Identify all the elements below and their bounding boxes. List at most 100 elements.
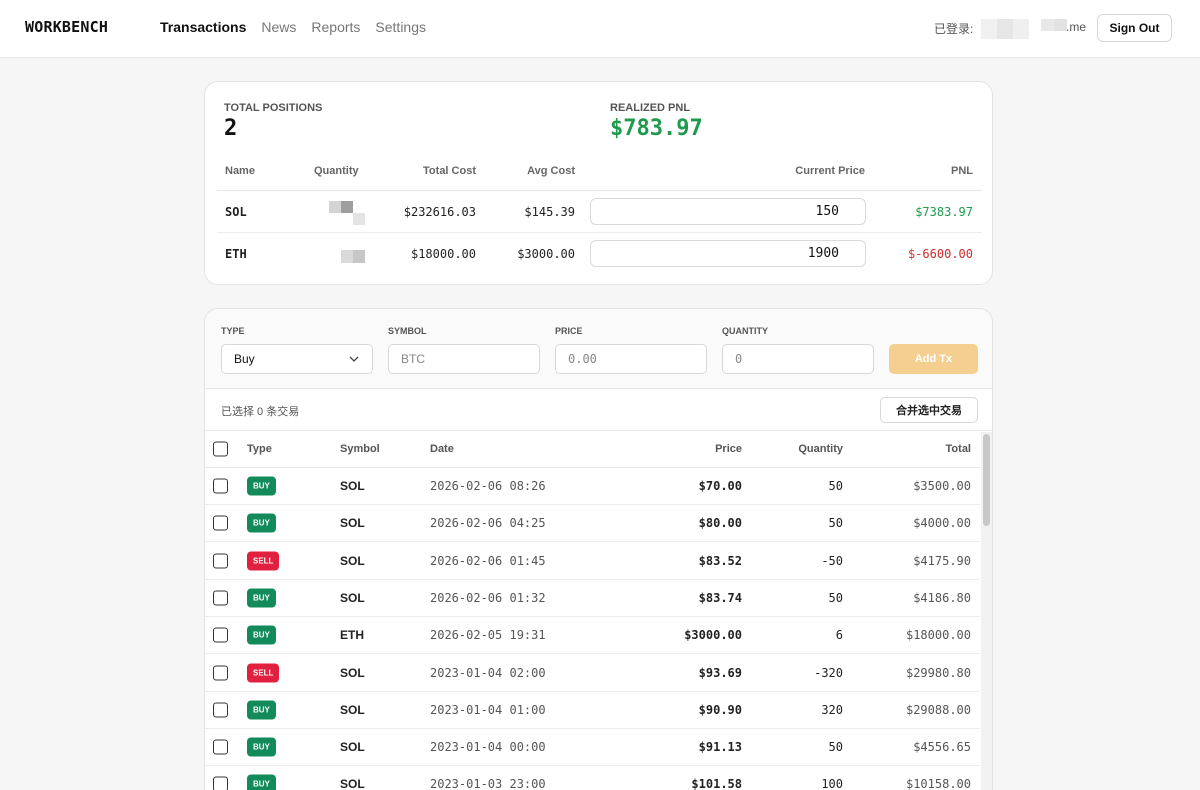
col-avg-cost: Avg Cost [527, 165, 575, 177]
col-quantity: Quantity [798, 443, 843, 455]
col-type: Type [247, 443, 272, 455]
brand-logo[interactable]: WORKBENCH [25, 18, 108, 36]
row-quantity: 50 [828, 479, 843, 493]
email-suffix: .me [1066, 20, 1087, 34]
type-badge: BUY [247, 476, 276, 496]
current-price-input[interactable]: 150 [590, 198, 866, 225]
realized-pnl-value: $783.97 [610, 116, 703, 141]
row-total: $29980.80 [905, 665, 971, 680]
row-total: $3500.00 [913, 479, 971, 493]
sign-out-button[interactable]: Sign Out [1097, 14, 1172, 42]
quantity-input[interactable]: 0 [722, 344, 874, 374]
selection-bar: 已选择 0 条交易 合并选中交易 [205, 389, 992, 431]
merge-selected-button[interactable]: 合并选中交易 [880, 397, 978, 423]
row-price: $70.00 [698, 479, 742, 493]
price-input[interactable]: 0.00 [555, 344, 707, 374]
row-date: 2023-01-04 02:00 [430, 665, 546, 680]
main-nav: Transactions News Reports Settings [160, 19, 426, 35]
transaction-row[interactable]: BUY SOL 2026-02-06 01:32 $83.74 50 $4186.80 [205, 580, 980, 617]
row-symbol: SOL [340, 777, 365, 790]
row-checkbox[interactable] [213, 776, 228, 790]
nav-transactions[interactable]: Transactions [160, 19, 246, 35]
row-date: 2026-02-05 19:31 [430, 628, 546, 643]
row-symbol: SOL [340, 553, 365, 568]
row-total: $18000.00 [905, 628, 971, 643]
type-label: TYPE [221, 326, 245, 336]
position-pnl: $7383.97 [915, 204, 973, 219]
transaction-row[interactable]: BUY SOL 2023-01-04 01:00 $90.90 320 $29088.00 [205, 692, 980, 729]
row-checkbox[interactable] [213, 478, 228, 494]
positions-card: TOTAL POSITIONS 2 REALIZED PNL $783.97 N… [204, 81, 993, 285]
type-select[interactable]: Buy [221, 344, 373, 374]
position-avg-cost: $145.39 [524, 204, 575, 219]
top-bar: WORKBENCH Transactions News Reports Sett… [0, 0, 1200, 58]
row-total: $29088.00 [905, 702, 971, 717]
select-all-checkbox[interactable] [213, 441, 228, 457]
transactions-header-row: Type Symbol Date Price Quantity Total [205, 431, 980, 468]
row-checkbox[interactable] [213, 553, 228, 569]
current-price-input[interactable]: 1900 [590, 240, 866, 267]
row-total: $4175.90 [913, 553, 971, 568]
position-name: SOL [225, 204, 247, 219]
chevron-down-icon [349, 356, 359, 362]
row-quantity: 50 [828, 590, 843, 605]
scrollbar-thumb[interactable] [983, 434, 990, 526]
transaction-row[interactable]: BUY SOL 2023-01-04 00:00 $91.13 50 $4556.65 [205, 729, 980, 767]
quantity-label: QUANTITY [722, 326, 768, 336]
add-transaction-form: TYPE Buy SYMBOL BTC PRICE 0.00 QUANTITY … [205, 309, 992, 389]
row-total: $4000.00 [913, 516, 971, 531]
row-date: 2026-02-06 04:25 [430, 516, 546, 531]
position-pnl: $-6600.00 [907, 247, 973, 261]
transaction-row[interactable]: SELL SOL 2026-02-06 01:45 $83.52 -50 $4175.90 [205, 543, 980, 580]
transaction-row[interactable]: BUY SOL 2026-02-06 08:26 $70.00 50 $3500.00 [205, 468, 980, 505]
symbol-input[interactable]: BTC [388, 344, 540, 374]
position-row: SOL $232616.03 $145.39 150 $7383.97 [217, 191, 982, 233]
type-badge: SELL [247, 663, 280, 682]
row-date: 2023-01-04 01:00 [430, 702, 546, 717]
col-total-cost: Total Cost [423, 165, 476, 177]
col-pnl: PNL [951, 165, 973, 177]
col-total: Total [945, 443, 971, 455]
row-checkbox[interactable] [213, 739, 228, 755]
row-date: 2026-02-06 01:45 [430, 553, 546, 568]
row-symbol: SOL [340, 740, 365, 755]
transaction-row[interactable]: BUY ETH 2026-02-05 19:31 $3000.00 6 $18000.00 [205, 617, 980, 655]
add-tx-button[interactable]: Add Tx [889, 344, 978, 374]
row-symbol: SOL [340, 590, 365, 605]
redacted-quantity [329, 201, 353, 213]
transactions-card: TYPE Buy SYMBOL BTC PRICE 0.00 QUANTITY … [204, 308, 993, 790]
row-checkbox[interactable] [213, 627, 228, 643]
positions-header-row: Name Quantity Total Cost Avg Cost Curren… [217, 152, 982, 191]
row-checkbox[interactable] [213, 702, 228, 718]
row-symbol: SOL [340, 665, 365, 680]
row-quantity: -320 [814, 665, 843, 680]
transaction-row[interactable]: BUY SOL 2023-01-03 23:00 $101.58 100 $10158.0… [205, 766, 980, 790]
position-name: ETH [225, 247, 247, 261]
col-current-price: Current Price [795, 165, 865, 177]
login-label: 已登录: [934, 22, 974, 36]
type-badge: BUY [247, 625, 276, 645]
row-price: $3000.00 [684, 628, 742, 643]
transaction-row[interactable]: SELL SOL 2023-01-04 02:00 $93.69 -320 $29980.… [205, 655, 980, 692]
col-quantity: Quantity [314, 165, 359, 177]
position-row: ETH $18000.00 $3000.00 1900 $-6600.00 [217, 233, 982, 275]
type-badge: BUY [247, 774, 276, 790]
nav-reports[interactable]: Reports [311, 19, 360, 35]
nav-settings[interactable]: Settings [375, 19, 426, 35]
row-symbol: SOL [340, 479, 365, 493]
table-scrollbar[interactable] [981, 432, 992, 790]
row-checkbox[interactable] [213, 590, 228, 606]
row-checkbox[interactable] [213, 665, 228, 680]
col-name: Name [225, 165, 255, 177]
redacted-quantity-fragment [353, 213, 365, 225]
row-price: $91.13 [698, 740, 742, 755]
position-total-cost: $232616.03 [403, 204, 476, 219]
redacted-username [981, 19, 1029, 39]
row-price: $83.74 [698, 590, 742, 605]
row-quantity: 50 [828, 740, 843, 755]
row-quantity: 320 [821, 702, 843, 717]
row-checkbox[interactable] [213, 515, 228, 531]
transaction-row[interactable]: BUY SOL 2026-02-06 04:25 $80.00 50 $4000.00 [205, 505, 980, 543]
nav-news[interactable]: News [261, 19, 296, 35]
row-quantity: 100 [821, 777, 843, 790]
